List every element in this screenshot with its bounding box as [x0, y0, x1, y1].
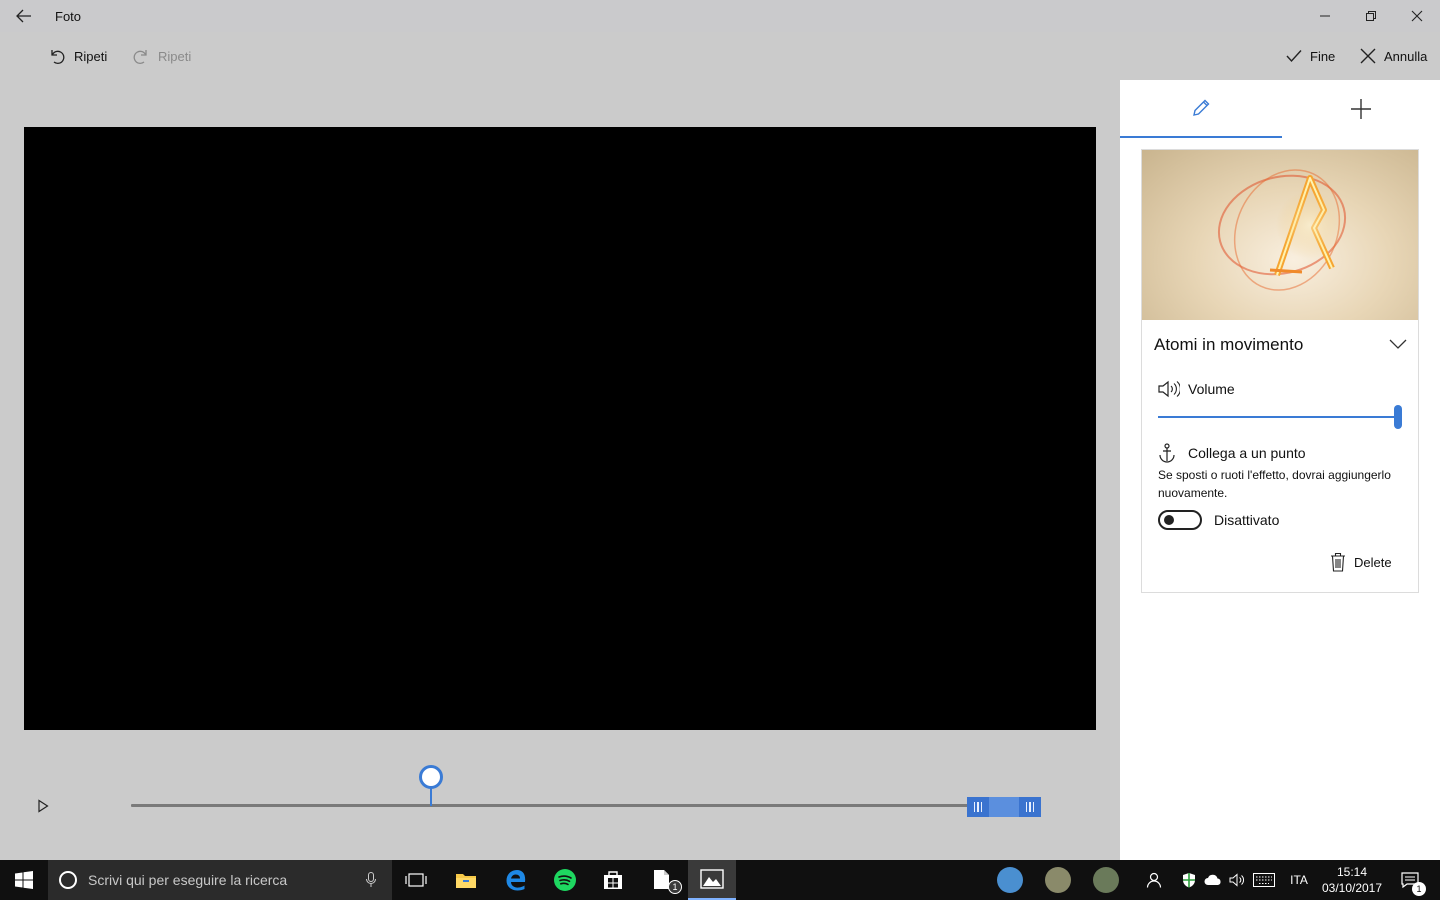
back-arrow-icon [16, 9, 31, 23]
anchor-label: Collega a un punto [1188, 445, 1306, 461]
folder-icon [456, 874, 476, 888]
contact-avatar-2[interactable] [1042, 860, 1074, 900]
undo-button[interactable]: Ripeti [48, 44, 107, 68]
people-button[interactable] [1140, 860, 1168, 900]
close-icon [1360, 48, 1376, 64]
pencil-icon [1193, 99, 1210, 116]
delete-effect-button[interactable]: Delete [1330, 551, 1392, 573]
playhead-line [430, 786, 432, 806]
volume-slider-track[interactable] [1158, 416, 1398, 418]
done-button[interactable]: Fine [1286, 44, 1335, 68]
contact-avatar-3[interactable] [1090, 860, 1122, 900]
spotify-button[interactable] [541, 860, 589, 900]
cancel-button[interactable]: Annulla [1360, 44, 1427, 68]
people-icon [1146, 872, 1162, 888]
speaker-icon [1158, 380, 1180, 398]
photos-icon [700, 869, 724, 889]
close-icon [1411, 10, 1423, 22]
effect-card: Atomi in movimento Volume Collega a un p… [1141, 149, 1419, 593]
clock-time: 15:14 [1336, 865, 1368, 879]
volume-slider-thumb[interactable] [1394, 405, 1402, 429]
done-label: Fine [1310, 48, 1336, 64]
trash-icon [1331, 552, 1345, 572]
tab-add[interactable] [1282, 80, 1440, 138]
timeline-track[interactable] [131, 804, 1039, 807]
redo-button[interactable]: Ripeti [132, 44, 191, 68]
cloud-icon [1204, 874, 1221, 885]
touch-keyboard-tray[interactable] [1250, 860, 1278, 900]
effect-thumbnail[interactable] [1142, 150, 1418, 320]
redo-icon [133, 50, 147, 64]
app-title: Foto [55, 9, 82, 24]
taskbar: Scrivi qui per eseguire la ricerca 1 ITA [0, 860, 1440, 900]
search-placeholder: Scrivi qui per eseguire la ricerca [88, 872, 288, 888]
defender-tray[interactable] [1178, 860, 1200, 900]
cancel-label: Annulla [1384, 48, 1428, 64]
restore-icon [1366, 11, 1376, 21]
keyboard-icon [1253, 873, 1275, 887]
range-start-handle[interactable] [967, 797, 989, 817]
spotify-icon [554, 869, 576, 891]
close-window-button[interactable] [1394, 0, 1440, 32]
chevron-down-icon[interactable] [1388, 336, 1408, 352]
anchor-toggle[interactable] [1158, 510, 1202, 530]
volume-tray[interactable] [1226, 860, 1248, 900]
notification-badge: 1 [1412, 882, 1426, 896]
edge-browser-button[interactable] [492, 860, 540, 900]
playhead-handle[interactable] [419, 765, 443, 789]
contact-avatar-1[interactable] [994, 860, 1026, 900]
effect-preview-image [1217, 169, 1347, 291]
undo-label: Ripeti [74, 48, 108, 64]
plus-icon [1351, 99, 1371, 119]
language-indicator[interactable]: ITA [1284, 860, 1314, 900]
checkmark-icon [1286, 50, 1302, 63]
clock-date: 03/10/2017 [1321, 881, 1383, 895]
minimize-icon [1320, 15, 1330, 17]
delete-label: Delete [1354, 554, 1392, 570]
range-end-handle[interactable] [1019, 797, 1041, 817]
files-app-button[interactable]: 1 [638, 860, 686, 900]
action-center-button[interactable]: 1 [1396, 860, 1426, 900]
minimize-button[interactable] [1302, 0, 1348, 32]
tab-edit[interactable] [1120, 80, 1282, 138]
task-view-button[interactable] [392, 860, 440, 900]
undo-icon [51, 50, 65, 64]
restore-button[interactable] [1348, 0, 1394, 32]
files-badge: 1 [668, 880, 682, 894]
toggle-knob [1164, 515, 1174, 525]
store-button[interactable] [589, 860, 637, 900]
photos-app-button[interactable] [688, 860, 736, 900]
anchor-description: Se sposti o ruoti l'effetto, dovrai aggi… [1158, 468, 1391, 500]
effect-range[interactable] [967, 797, 1041, 817]
taskbar-search[interactable]: Scrivi qui per eseguire la ricerca [48, 860, 392, 900]
edge-icon [506, 870, 526, 891]
play-button[interactable] [32, 795, 54, 817]
anchor-icon [1159, 443, 1175, 463]
redo-label: Ripeti [158, 48, 192, 64]
effect-name: Atomi in movimento [1154, 335, 1304, 354]
volume-label: Volume [1188, 381, 1235, 397]
title-bar: Foto [0, 0, 1440, 32]
windows-logo-icon [15, 871, 33, 889]
play-icon [38, 799, 49, 813]
speaker-icon [1229, 873, 1244, 887]
cortana-icon [59, 871, 77, 889]
toggle-state-label: Disattivato [1214, 512, 1280, 528]
video-preview[interactable] [24, 127, 1096, 730]
microphone-icon [366, 872, 376, 887]
file-explorer-button[interactable] [442, 860, 490, 900]
store-bag-icon [604, 871, 622, 889]
effects-panel: Atomi in movimento Volume Collega a un p… [1120, 80, 1440, 860]
shield-icon [1183, 873, 1195, 888]
task-view-icon [405, 873, 427, 887]
back-button[interactable] [8, 4, 40, 28]
onedrive-tray[interactable] [1202, 860, 1224, 900]
start-button[interactable] [0, 860, 48, 900]
clock[interactable]: 15:14 03/10/2017 [1318, 860, 1386, 900]
